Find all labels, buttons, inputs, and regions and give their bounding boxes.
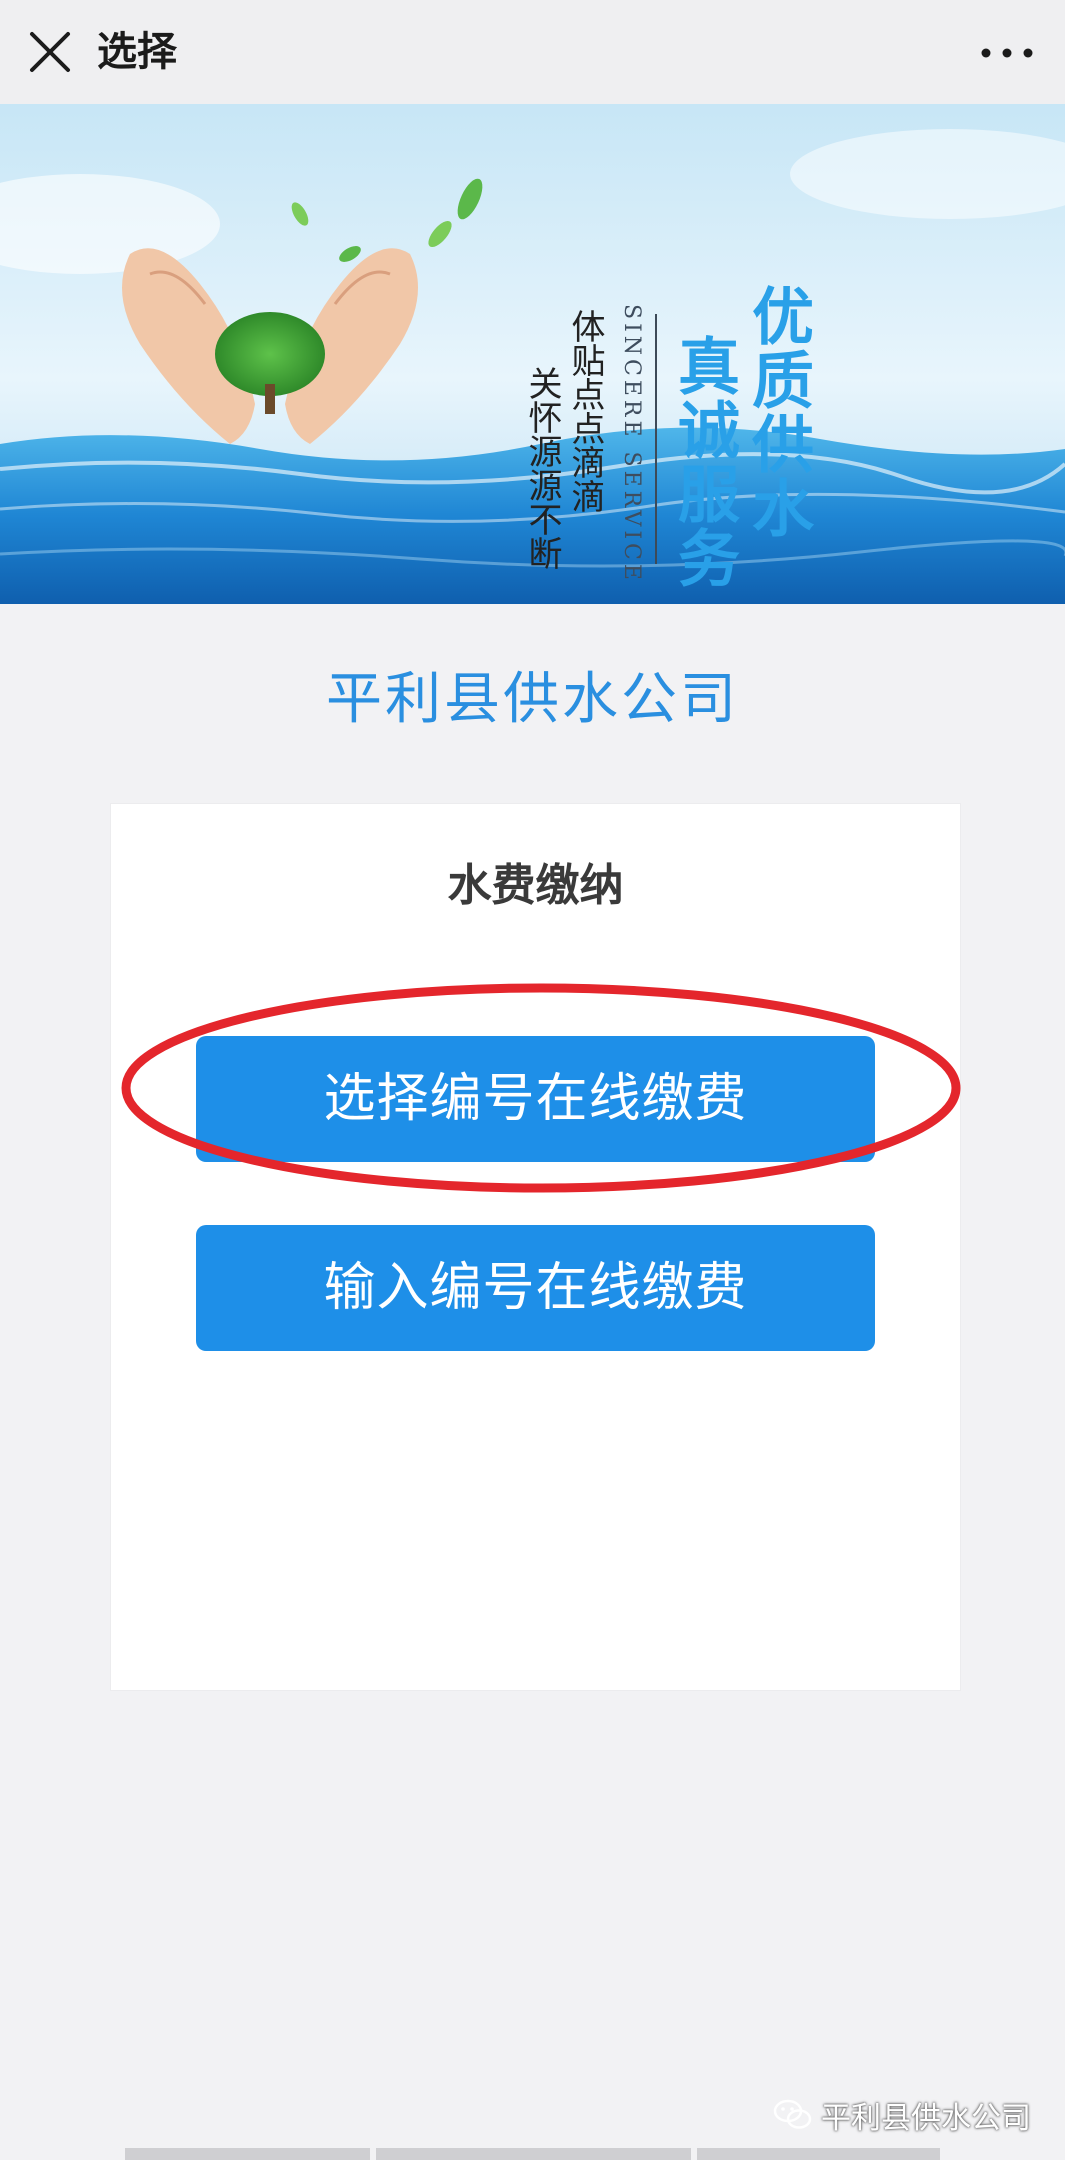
slogan-main-line1: 优质供水 [741,284,814,540]
close-icon [30,32,70,72]
payment-card: 水费缴纳 选择编号在线缴费 输入编号在线缴费 [110,803,961,1691]
wechat-icon [773,2099,812,2129]
more-dots-icon [981,48,1033,58]
input-number-pay-button[interactable]: 输入编号在线缴费 [196,1225,875,1351]
close-button[interactable] [22,24,78,80]
slogan-divider [655,314,657,564]
page-title: 选择 [97,29,177,75]
slogan-sub-line1: 体贴点点滴滴 [565,309,605,513]
bottom-tab-bar [125,2148,940,2160]
more-options-button[interactable] [977,28,1037,78]
card-title: 水费缴纳 [447,860,624,911]
slogan-sub-line2: 关怀源源不断 [522,366,562,570]
bottom-tab-2[interactable] [376,2148,691,2160]
select-number-pay-button[interactable]: 选择编号在线缴费 [196,1036,875,1162]
banner: 优质供水 真诚服务 SINCERE SERVICE 体贴点点滴滴 关怀源源不断 [0,104,1065,604]
watermark-text: 平利县供水公司 [821,2101,1031,2136]
bottom-tab-3[interactable] [697,2148,940,2160]
bottom-tab-1[interactable] [125,2148,370,2160]
watermark: 平利县供水公司 [773,2090,1031,2140]
slogan-english: SINCERE SERVICE [619,304,644,584]
top-bar: 选择 [0,0,1065,105]
slogan-main-line2: 真诚服务 [667,334,740,590]
company-name: 平利县供水公司 [326,667,739,732]
